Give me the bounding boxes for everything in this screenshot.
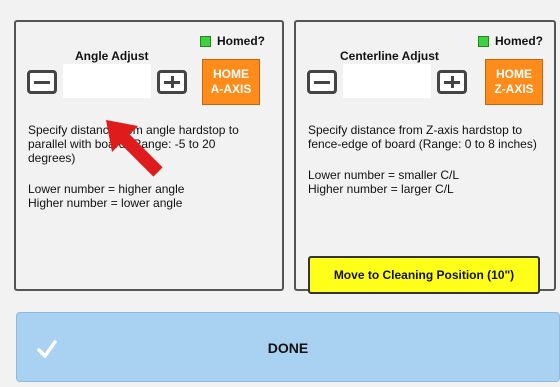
homed-led-icon [200,35,211,47]
centerline-adjust-title: Centerline Adjust [340,49,439,63]
plus-icon [170,76,174,88]
angle-note-line1: Lower number = higher angle [28,182,185,196]
done-label: DONE [267,340,309,356]
homed-indicator-z: Homed? [478,34,543,48]
angle-stepper [27,64,187,98]
centerline-note-line1: Lower number = smaller C/L [308,168,460,182]
move-to-cleaning-position-button[interactable]: Move to Cleaning Position (10") [308,256,540,294]
centerline-desc-line2: fence-edge of board (Range: 0 to 8 inche… [308,137,537,151]
centerline-increment-button[interactable] [437,70,467,94]
angle-value-field[interactable] [63,64,151,98]
centerline-note-line2: Higher number = larger C/L [308,182,454,196]
centerline-desc-line1: Specify distance from Z-axis hardstop to [308,123,523,137]
angle-note-line2: Higher number = lower angle [28,196,183,210]
homed-label: Homed? [217,34,265,48]
centerline-notes: Lower number = smaller C/L Higher number… [308,168,459,196]
homed-indicator: Homed? [200,34,265,48]
home-z-axis-line2: Z-AXIS [494,82,534,96]
plus-icon [450,76,454,88]
annotation-arrow-icon [106,120,163,177]
centerline-adjust-panel: Homed? Centerline Adjust HOME Z-AXIS Spe… [294,20,556,294]
angle-decrement-button[interactable] [27,70,57,94]
home-a-axis-line1: HOME [213,67,249,81]
home-a-axis-line2: A-AXIS [210,82,252,96]
home-z-axis-button[interactable]: HOME Z-AXIS [485,59,543,105]
home-a-axis-button[interactable]: HOME A-AXIS [202,59,260,105]
homed-label-z: Homed? [495,34,543,48]
home-z-axis-line1: HOME [496,67,532,81]
minus-icon [314,80,330,84]
centerline-value-field[interactable] [343,64,431,98]
angle-notes: Lower number = higher angle Higher numbe… [28,182,184,210]
angle-adjust-title: Angle Adjust [75,49,149,63]
done-button[interactable]: DONE [16,312,560,382]
angle-increment-button[interactable] [157,70,187,94]
centerline-decrement-button[interactable] [307,70,337,94]
centerline-description: Specify distance from Z-axis hardstop to… [308,123,537,151]
centerline-stepper [307,64,467,98]
homed-led-icon [478,35,489,47]
minus-icon [34,80,50,84]
